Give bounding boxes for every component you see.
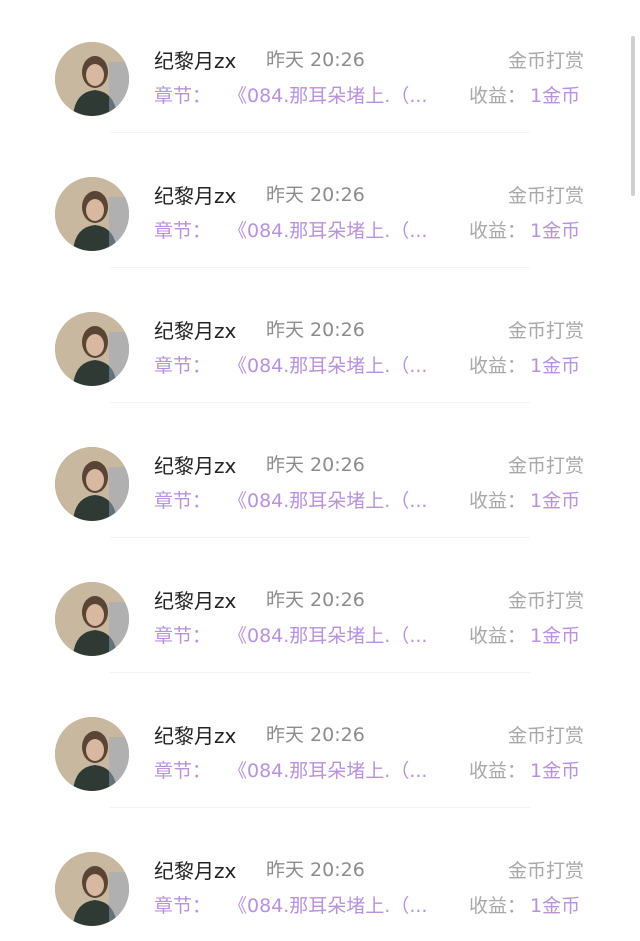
- chapter-label: 章节：: [154, 490, 212, 512]
- income-value: 1金币: [530, 85, 581, 107]
- timestamp: 昨天 20:26: [266, 454, 365, 476]
- divider: [110, 672, 530, 673]
- chapter-link[interactable]: 《084.那耳朵堵上.（...: [228, 621, 458, 648]
- reward-type: 金币打赏: [507, 185, 584, 207]
- divider: [110, 132, 530, 133]
- list-item[interactable]: 纪黎月zx 昨天 20:26 金币打赏 章节： 《084.那耳朵堵上.（... …: [0, 713, 640, 848]
- chapter-link[interactable]: 《084.那耳朵堵上.（...: [228, 891, 458, 918]
- timestamp: 昨天 20:26: [266, 49, 365, 71]
- timestamp: 昨天 20:26: [266, 184, 365, 206]
- divider: [110, 402, 530, 403]
- reward-type: 金币打赏: [507, 725, 584, 747]
- chapter-link[interactable]: 《084.那耳朵堵上.（...: [228, 81, 458, 108]
- scrollbar[interactable]: [631, 36, 635, 196]
- income-label: 收益：: [469, 895, 527, 917]
- reward-type: 金币打赏: [507, 860, 584, 882]
- user-name: 纪黎月zx: [154, 859, 237, 883]
- avatar[interactable]: [55, 582, 129, 656]
- list-item[interactable]: 纪黎月zx 昨天 20:26 金币打赏 章节： 《084.那耳朵堵上.（... …: [0, 308, 640, 443]
- user-name: 纪黎月zx: [154, 319, 237, 343]
- user-name: 纪黎月zx: [154, 589, 237, 613]
- list-item[interactable]: 纪黎月zx 昨天 20:26 金币打赏 章节： 《084.那耳朵堵上.（... …: [0, 38, 640, 173]
- chapter-link[interactable]: 《084.那耳朵堵上.（...: [228, 756, 458, 783]
- chapter-label: 章节：: [154, 625, 212, 647]
- divider: [110, 537, 530, 538]
- income-value: 1金币: [530, 490, 581, 512]
- reward-type: 金币打赏: [507, 50, 584, 72]
- reward-list: 纪黎月zx 昨天 20:26 金币打赏 章节： 《084.那耳朵堵上.（... …: [0, 0, 640, 941]
- user-name: 纪黎月zx: [154, 724, 237, 748]
- chapter-label: 章节：: [154, 355, 212, 377]
- income-value: 1金币: [530, 355, 581, 377]
- income-value: 1金币: [530, 895, 581, 917]
- avatar[interactable]: [55, 312, 129, 386]
- user-name: 纪黎月zx: [154, 184, 237, 208]
- divider: [110, 267, 530, 268]
- income-value: 1金币: [530, 760, 581, 782]
- income-label: 收益：: [469, 625, 527, 647]
- avatar[interactable]: [55, 177, 129, 251]
- income-label: 收益：: [469, 490, 527, 512]
- income-label: 收益：: [469, 220, 527, 242]
- list-item[interactable]: 纪黎月zx 昨天 20:26 金币打赏 章节： 《084.那耳朵堵上.（... …: [0, 443, 640, 578]
- chapter-label: 章节：: [154, 760, 212, 782]
- timestamp: 昨天 20:26: [266, 589, 365, 611]
- avatar[interactable]: [55, 717, 129, 791]
- list-item[interactable]: 纪黎月zx 昨天 20:26 金币打赏 章节： 《084.那耳朵堵上.（... …: [0, 848, 640, 941]
- timestamp: 昨天 20:26: [266, 319, 365, 341]
- reward-type: 金币打赏: [507, 320, 584, 342]
- user-name: 纪黎月zx: [154, 454, 237, 478]
- income-label: 收益：: [469, 85, 527, 107]
- chapter-link[interactable]: 《084.那耳朵堵上.（...: [228, 351, 458, 378]
- reward-type: 金币打赏: [507, 455, 584, 477]
- avatar[interactable]: [55, 852, 129, 926]
- income-value: 1金币: [530, 625, 581, 647]
- avatar[interactable]: [55, 447, 129, 521]
- chapter-label: 章节：: [154, 85, 212, 107]
- reward-type: 金币打赏: [507, 590, 584, 612]
- divider: [110, 807, 530, 808]
- chapter-label: 章节：: [154, 220, 212, 242]
- income-value: 1金币: [530, 220, 581, 242]
- timestamp: 昨天 20:26: [266, 724, 365, 746]
- chapter-link[interactable]: 《084.那耳朵堵上.（...: [228, 216, 458, 243]
- income-label: 收益：: [469, 355, 527, 377]
- timestamp: 昨天 20:26: [266, 859, 365, 881]
- chapter-link[interactable]: 《084.那耳朵堵上.（...: [228, 486, 458, 513]
- list-item[interactable]: 纪黎月zx 昨天 20:26 金币打赏 章节： 《084.那耳朵堵上.（... …: [0, 578, 640, 713]
- income-label: 收益：: [469, 760, 527, 782]
- list-item[interactable]: 纪黎月zx 昨天 20:26 金币打赏 章节： 《084.那耳朵堵上.（... …: [0, 173, 640, 308]
- chapter-label: 章节：: [154, 895, 212, 917]
- user-name: 纪黎月zx: [154, 49, 237, 73]
- avatar[interactable]: [55, 42, 129, 116]
